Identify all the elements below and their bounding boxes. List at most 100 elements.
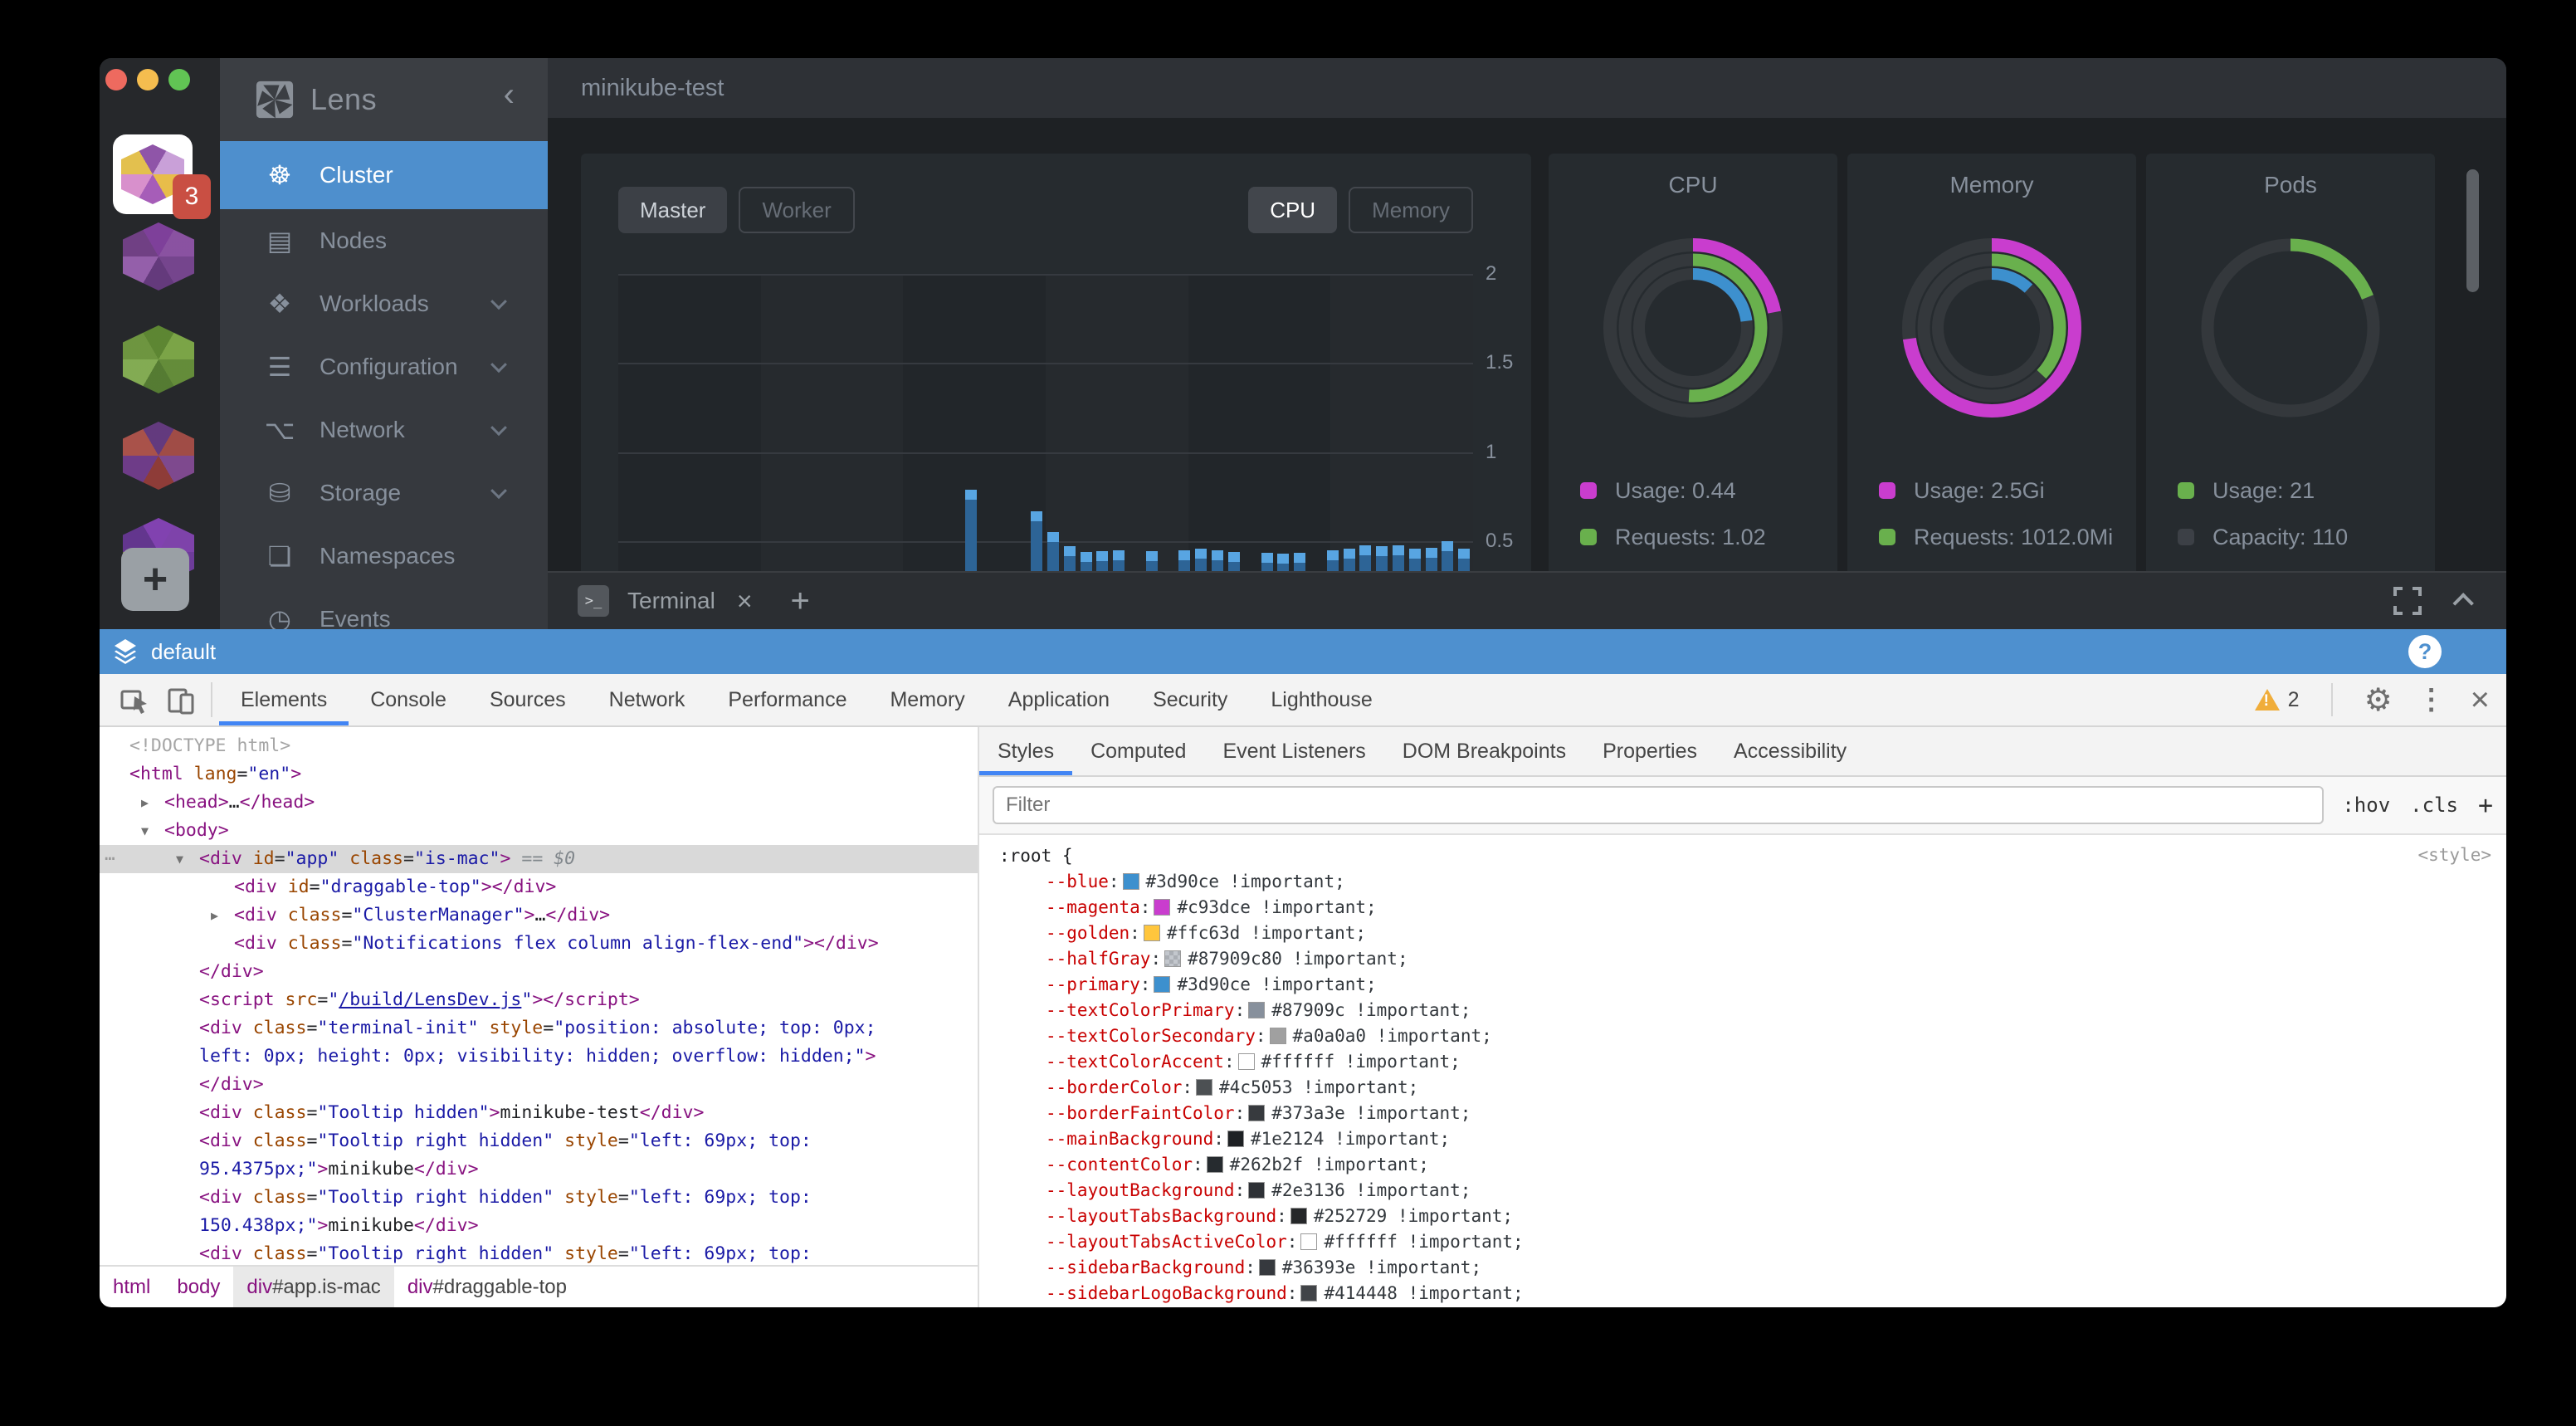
breadcrumb-item[interactable]: html bbox=[100, 1267, 163, 1307]
css-declaration[interactable]: --sidebarBackground:#36393e !important; bbox=[979, 1255, 2506, 1281]
sidebar-tab-styles[interactable]: Styles bbox=[979, 727, 1072, 775]
css-declaration[interactable]: --layoutBackground:#2e3136 !important; bbox=[979, 1178, 2506, 1204]
dom-tree-row[interactable]: <html lang="en"> bbox=[100, 760, 978, 789]
dom-tree-row[interactable]: left: 0px; height: 0px; visibility: hidd… bbox=[100, 1043, 978, 1071]
dom-tree-row[interactable]: <div class="terminal-init" style="positi… bbox=[100, 1014, 978, 1043]
style-source-link[interactable]: <style> bbox=[2417, 845, 2491, 865]
sidebar-item-storage[interactable]: ⛁Storage bbox=[220, 461, 548, 525]
dom-tree-row[interactable]: ▶<div class="ClusterManager">…</div> bbox=[100, 901, 978, 930]
cpu-tab-button[interactable]: CPU bbox=[1248, 187, 1337, 233]
warnings-badge[interactable]: 2 bbox=[2255, 688, 2300, 712]
dom-tree-row[interactable]: <div class="Tooltip hidden">minikube-tes… bbox=[100, 1099, 978, 1127]
color-swatch[interactable] bbox=[1238, 1053, 1255, 1070]
css-declaration[interactable]: --textColorSecondary:#a0a0a0 !important; bbox=[979, 1023, 2506, 1049]
dom-tree-row[interactable]: <div class="Tooltip right hidden" style=… bbox=[100, 1240, 978, 1265]
breadcrumb-item[interactable]: div#draggable-top bbox=[394, 1267, 580, 1307]
css-declaration[interactable]: --sidebarLogoBackground:#414448 !importa… bbox=[979, 1281, 2506, 1306]
color-swatch[interactable] bbox=[1300, 1285, 1317, 1301]
dom-tree-row[interactable]: <!DOCTYPE html> bbox=[100, 732, 978, 760]
dom-tree-row[interactable]: <script src="/build/LensDev.js"></script… bbox=[100, 986, 978, 1014]
sidebar-collapse-icon[interactable]: ‹ bbox=[504, 76, 515, 114]
css-declaration[interactable]: --sidebarActiveColor:#ffffff !important; bbox=[979, 1306, 2506, 1307]
color-swatch[interactable] bbox=[1196, 1079, 1212, 1096]
color-swatch[interactable] bbox=[1123, 873, 1139, 890]
css-declaration[interactable]: --borderFaintColor:#373a3e !important; bbox=[979, 1101, 2506, 1126]
more-options-icon[interactable]: ⋮ bbox=[2417, 683, 2446, 716]
close-button[interactable] bbox=[105, 69, 127, 90]
master-tab-button[interactable]: Master bbox=[618, 187, 727, 233]
tab-memory[interactable]: Memory bbox=[868, 674, 986, 725]
sidebar-tab-event-listeners[interactable]: Event Listeners bbox=[1204, 727, 1383, 775]
tab-network[interactable]: Network bbox=[588, 674, 707, 725]
sidebar-item-workloads[interactable]: ❖Workloads bbox=[220, 272, 548, 335]
css-declaration[interactable]: --primary:#3d90ce !important; bbox=[979, 972, 2506, 998]
tab-security[interactable]: Security bbox=[1131, 674, 1249, 725]
worker-tab-button[interactable]: Worker bbox=[739, 187, 854, 233]
css-declaration[interactable]: --magenta:#c93dce !important; bbox=[979, 895, 2506, 921]
help-button[interactable]: ? bbox=[2408, 635, 2442, 668]
dom-tree-row[interactable]: <div id="draggable-top"></div> bbox=[100, 873, 978, 901]
sidebar-tab-dom-breakpoints[interactable]: DOM Breakpoints bbox=[1384, 727, 1584, 775]
devtools-close-icon[interactable]: × bbox=[2471, 681, 2490, 719]
css-declaration[interactable]: --golden:#ffc63d !important; bbox=[979, 921, 2506, 946]
dom-tree-row[interactable]: </div> bbox=[100, 958, 978, 986]
zoom-button[interactable] bbox=[168, 69, 190, 90]
css-declaration[interactable]: --mainBackground:#1e2124 !important; bbox=[979, 1126, 2506, 1152]
collapsed-arrow-icon[interactable]: ▶ bbox=[141, 789, 149, 817]
color-swatch[interactable] bbox=[1248, 1105, 1265, 1121]
dom-tree[interactable]: <!DOCTYPE html><html lang="en">▶<head>…<… bbox=[100, 727, 978, 1265]
color-swatch[interactable] bbox=[1290, 1208, 1307, 1224]
hov-toggle[interactable]: :hov bbox=[2342, 794, 2390, 817]
dom-tree-row[interactable]: <div class="Notifications flex column al… bbox=[100, 930, 978, 958]
cluster-icon[interactable] bbox=[123, 325, 194, 393]
dom-tree-row[interactable]: </div> bbox=[100, 1071, 978, 1099]
tab-elements[interactable]: Elements bbox=[219, 674, 349, 725]
color-swatch[interactable] bbox=[1164, 950, 1181, 967]
memory-tab-button[interactable]: Memory bbox=[1349, 187, 1473, 233]
color-swatch[interactable] bbox=[1227, 1131, 1244, 1147]
inspect-element-icon[interactable] bbox=[111, 674, 158, 725]
tab-application[interactable]: Application bbox=[987, 674, 1131, 725]
dom-tree-row[interactable]: ▼<body> bbox=[100, 817, 978, 845]
chevron-down-icon[interactable] bbox=[490, 482, 507, 499]
tab-sources[interactable]: Sources bbox=[468, 674, 588, 725]
css-declaration[interactable]: --layoutTabsBackground:#252729 !importan… bbox=[979, 1204, 2506, 1229]
sidebar-tab-computed[interactable]: Computed bbox=[1072, 727, 1204, 775]
sidebar-tab-properties[interactable]: Properties bbox=[1584, 727, 1715, 775]
device-toolbar-icon[interactable] bbox=[158, 674, 204, 725]
add-cluster-button[interactable]: + bbox=[121, 548, 189, 611]
cluster-icon[interactable] bbox=[123, 222, 194, 291]
chevron-down-icon[interactable] bbox=[490, 419, 507, 436]
color-swatch[interactable] bbox=[1207, 1156, 1223, 1173]
css-declaration[interactable]: --layoutTabsActiveColor:#ffffff !importa… bbox=[979, 1229, 2506, 1255]
dom-tree-row[interactable]: <div class="Tooltip right hidden" style=… bbox=[100, 1184, 978, 1212]
css-declaration[interactable]: --blue:#3d90ce !important; bbox=[979, 869, 2506, 895]
styles-filter-input[interactable] bbox=[993, 786, 2324, 824]
css-declaration[interactable]: --textColorPrimary:#87909c !important; bbox=[979, 998, 2506, 1023]
terminal-close-icon[interactable]: × bbox=[737, 586, 753, 617]
css-declaration[interactable]: --contentColor:#262b2f !important; bbox=[979, 1152, 2506, 1178]
sidebar-item-configuration[interactable]: ☰Configuration bbox=[220, 335, 548, 398]
css-declaration[interactable]: --textColorAccent:#ffffff !important; bbox=[979, 1049, 2506, 1075]
row-menu-icon[interactable]: ⋯ bbox=[105, 845, 115, 873]
color-swatch[interactable] bbox=[1259, 1259, 1276, 1276]
cluster-icon[interactable] bbox=[123, 422, 194, 490]
color-swatch[interactable] bbox=[1144, 925, 1160, 941]
tab-lighthouse[interactable]: Lighthouse bbox=[1249, 674, 1393, 725]
chevron-down-icon[interactable] bbox=[490, 293, 507, 310]
css-declaration[interactable]: --borderColor:#4c5053 !important; bbox=[979, 1075, 2506, 1101]
color-swatch[interactable] bbox=[1154, 976, 1170, 993]
expanded-arrow-icon[interactable]: ▼ bbox=[141, 817, 149, 845]
sidebar-item-namespaces[interactable]: ❏Namespaces bbox=[220, 525, 548, 588]
color-swatch[interactable] bbox=[1248, 1002, 1265, 1018]
dom-tree-row[interactable]: <div class="Tooltip right hidden" style=… bbox=[100, 1127, 978, 1155]
color-swatch[interactable] bbox=[1270, 1028, 1286, 1044]
new-style-rule-icon[interactable]: + bbox=[2478, 791, 2493, 820]
dom-tree-row[interactable]: ▶<head>…</head> bbox=[100, 789, 978, 817]
sidebar-item-network[interactable]: ⌥Network bbox=[220, 398, 548, 461]
dom-tree-row[interactable]: 150.438px;">minikube</div> bbox=[100, 1212, 978, 1240]
tab-performance[interactable]: Performance bbox=[706, 674, 868, 725]
fullscreen-icon[interactable] bbox=[2393, 587, 2422, 615]
sidebar-item-nodes[interactable]: ▤Nodes bbox=[220, 209, 548, 272]
dom-tree-row[interactable]: 95.4375px;">minikube</div> bbox=[100, 1155, 978, 1184]
